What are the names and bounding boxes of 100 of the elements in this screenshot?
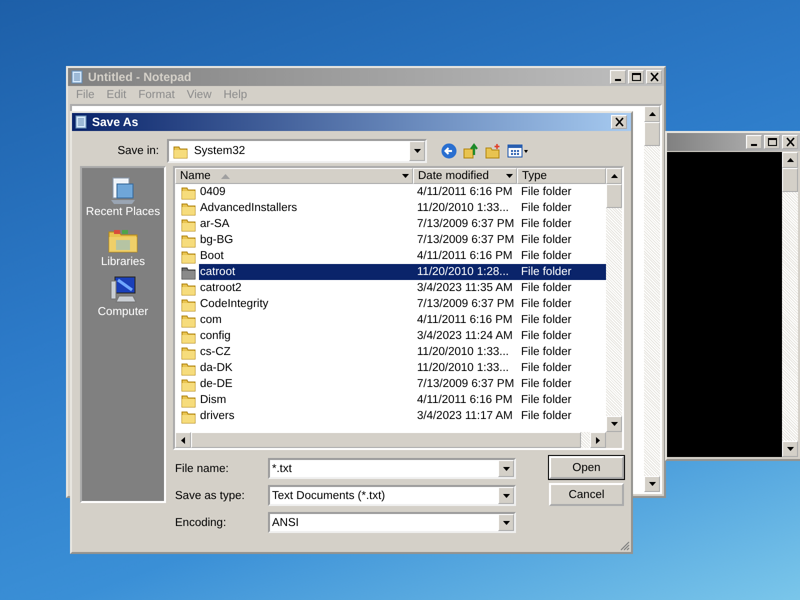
scroll-down-button[interactable] <box>606 416 622 432</box>
place-item[interactable]: Computer <box>98 274 148 318</box>
column-header[interactable]: Name <box>175 168 413 184</box>
input-field[interactable]: Text Documents (*.txt) <box>268 485 516 506</box>
folder-icon <box>181 328 196 344</box>
vertical-scrollbar[interactable] <box>782 152 798 457</box>
date-cell-text: 7/13/2009 6:37 PM <box>416 297 516 312</box>
vertical-scrollbar[interactable] <box>644 106 660 492</box>
scrollbar-corner <box>606 432 622 448</box>
caret-icon <box>414 149 420 153</box>
scroll-up-button[interactable] <box>644 106 660 122</box>
up-folder-button[interactable] <box>463 143 479 159</box>
file-name[interactable]: bg-BG <box>199 232 413 248</box>
file-name[interactable]: com <box>199 312 413 328</box>
new-folder-button[interactable] <box>485 143 501 159</box>
date-cell-text: 3/4/2023 11:24 AM <box>416 329 514 344</box>
scroll-left-button[interactable] <box>175 432 191 448</box>
scroll-down-button[interactable] <box>644 476 660 492</box>
type-cell-text: File folder <box>520 393 572 408</box>
dialog-button[interactable]: Open <box>549 456 624 479</box>
date-cell-text: 4/11/2011 6:16 PM <box>416 313 514 328</box>
date-cell-text: 4/11/2011 6:16 PM <box>416 249 514 264</box>
type-cell-text: File folder <box>520 297 572 312</box>
scroll-right-button[interactable] <box>590 432 606 448</box>
scroll-up-icon <box>610 174 618 178</box>
date-cell-text: 7/13/2009 6:37 PM <box>416 377 516 392</box>
folder-up-arrow-icon <box>463 143 479 159</box>
type-cell-text: File folder <box>520 281 572 296</box>
date-cell-text: 7/13/2009 6:37 PM <box>416 233 516 248</box>
vertical-scrollbar[interactable] <box>606 168 622 432</box>
view-grid-icon <box>507 143 529 159</box>
folder-icon <box>181 376 196 392</box>
file-name[interactable]: catroot <box>199 264 413 280</box>
place-item[interactable]: Recent Places <box>86 174 160 218</box>
scroll-left-icon <box>181 436 185 444</box>
scroll-up-icon <box>786 158 794 162</box>
maximize-icon <box>766 137 778 147</box>
type-cell-text: File folder <box>520 185 572 200</box>
type-cell-text: File folder <box>520 329 572 344</box>
dialog-button[interactable]: Cancel <box>549 483 624 506</box>
column-header[interactable]: Type <box>517 168 606 184</box>
scroll-thumb[interactable] <box>644 122 660 146</box>
scroll-down-button[interactable] <box>782 441 798 457</box>
file-name[interactable]: CodeIntegrity <box>199 296 413 312</box>
type-cell-text: File folder <box>520 217 572 232</box>
close-icon <box>784 137 796 147</box>
scroll-thumb[interactable] <box>606 184 622 208</box>
new-folder-icon <box>485 143 501 159</box>
type-cell-text: File folder <box>520 249 572 264</box>
file-name[interactable]: AdvancedInstallers <box>199 200 413 216</box>
close-icon <box>648 72 660 82</box>
folder-icon <box>181 248 196 264</box>
scroll-up-button[interactable] <box>782 152 798 168</box>
date-cell-text: 3/4/2023 11:35 AM <box>416 281 514 296</box>
caret-icon <box>502 466 510 470</box>
date-cell-text: 3/4/2023 11:17 AM <box>416 409 514 424</box>
folder-icon <box>181 312 196 328</box>
close-button[interactable] <box>611 115 627 129</box>
input-field[interactable]: *.txt <box>268 458 516 479</box>
file-name[interactable]: Boot <box>199 248 413 264</box>
type-cell-text: File folder <box>520 377 572 392</box>
scroll-thumb[interactable] <box>782 168 798 192</box>
date-cell-text: 4/11/2011 6:16 PM <box>416 185 514 200</box>
date-cell-text: 4/11/2011 6:16 PM <box>416 393 514 408</box>
file-name[interactable]: Dism <box>199 392 413 408</box>
save-in-dropdown[interactable]: System32 <box>167 139 427 163</box>
folder-icon <box>181 232 196 248</box>
column-header[interactable]: Date modified <box>413 168 517 184</box>
back-button[interactable] <box>441 143 457 159</box>
date-cell-text: 11/20/2010 1:33... <box>416 345 510 360</box>
scroll-up-button[interactable] <box>606 168 622 184</box>
file-name[interactable]: catroot2 <box>199 280 413 296</box>
file-name[interactable]: da-DK <box>199 360 413 376</box>
file-name[interactable]: de-DE <box>199 376 413 392</box>
date-cell-text: 11/20/2010 1:33... <box>416 201 510 216</box>
place-item[interactable]: Libraries <box>100 224 146 268</box>
notepad-icon <box>74 115 88 129</box>
scroll-up-icon <box>648 112 656 116</box>
resize-grip-icon <box>620 541 630 551</box>
file-name[interactable]: cs-CZ <box>199 344 413 360</box>
file-name[interactable]: config <box>199 328 413 344</box>
type-cell: File folder <box>517 264 606 280</box>
maximize-icon <box>630 72 642 82</box>
close-icon <box>614 117 624 127</box>
file-name[interactable]: drivers <box>199 408 413 424</box>
file-name[interactable]: ar-SA <box>199 216 413 232</box>
folder-icon <box>181 360 196 376</box>
date-cell-text: 7/13/2009 6:37 PM <box>416 217 516 232</box>
input-field[interactable]: ANSI <box>268 512 516 533</box>
dialog-title: Save As <box>92 115 140 129</box>
folder-icon <box>181 280 196 296</box>
file-name[interactable]: 0409 <box>199 184 413 200</box>
folder-icon <box>181 408 196 424</box>
type-cell-text: File folder <box>520 409 572 424</box>
date-cell: 11/20/2010 1:28... <box>413 264 517 280</box>
view-menu-button[interactable] <box>507 143 529 159</box>
save-in-label: Save in: <box>116 145 160 157</box>
folder-icon <box>181 296 196 312</box>
folder-icon <box>181 200 196 216</box>
minimize-icon <box>751 144 757 146</box>
